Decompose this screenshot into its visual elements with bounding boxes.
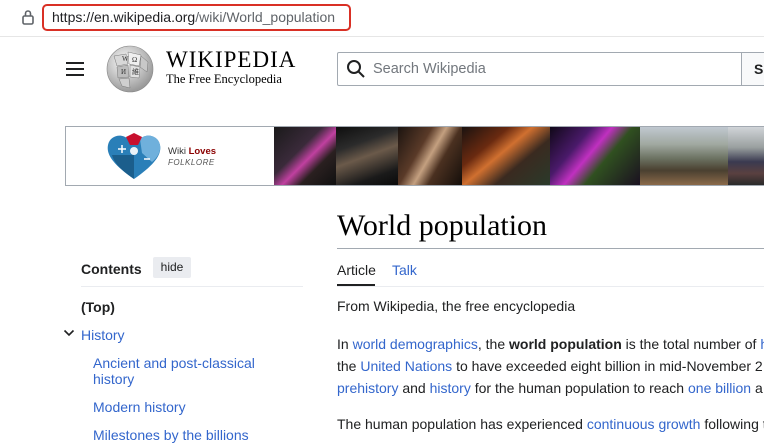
toc-item-ancient[interactable]: Ancient and post-classical history (93, 355, 283, 387)
url-host: https://en.wikipedia.org (52, 9, 196, 25)
banner-photo-5 (550, 127, 640, 185)
svg-text:維: 維 (132, 67, 139, 76)
toc-title: Contents (81, 261, 142, 277)
tabs-divider (337, 286, 764, 287)
lead-paragraph-line-2: the United Nations to have exceeded eigh… (337, 355, 763, 377)
wikipedia-globe-logo[interactable]: W Ω И 維 (104, 44, 156, 94)
link-human[interactable]: h (760, 336, 764, 352)
link-world-demographics[interactable]: world demographics (353, 336, 478, 352)
link-prehistory[interactable]: prehistory (337, 380, 398, 396)
lead-paragraph-line-3: prehistory and history for the human pop… (337, 377, 763, 399)
page-title: World population (337, 209, 548, 242)
wiki-loves-folklore-banner[interactable]: Wiki Loves FOLKLORE (65, 126, 764, 186)
toc-item-modern[interactable]: Modern history (93, 399, 186, 415)
link-one-billion[interactable]: one billion (688, 380, 751, 396)
chevron-down-icon[interactable] (63, 327, 75, 339)
tab-talk[interactable]: Talk (392, 262, 417, 278)
title-divider (337, 248, 764, 249)
banner-photo-1 (274, 127, 336, 185)
svg-text:Ω: Ω (132, 56, 137, 64)
banner-photo-2 (336, 127, 398, 185)
url-text[interactable]: https://en.wikipedia.org/wiki/World_popu… (52, 9, 335, 25)
url-path: /wiki/World_population (195, 9, 336, 25)
text: following t (700, 416, 764, 432)
link-continuous-growth[interactable]: continuous growth (587, 416, 701, 432)
toc-item-history[interactable]: History (81, 327, 125, 343)
banner-photo-4 (462, 127, 550, 185)
text: The human population has experienced (337, 416, 587, 432)
loves-word: Loves (188, 146, 217, 157)
text: to have exceeded eight billion in mid-No… (452, 358, 763, 374)
folklore-heart-logo (107, 133, 161, 179)
main-menu-icon[interactable] (66, 62, 84, 76)
link-united-nations[interactable]: United Nations (360, 358, 452, 374)
text: and (398, 380, 430, 396)
search-placeholder: Search Wikipedia (373, 61, 486, 77)
banner-photo-7 (728, 127, 764, 185)
toc-divider (81, 286, 303, 287)
search-icon (347, 60, 365, 78)
banner-photo-3 (398, 127, 462, 185)
toc-top-link[interactable]: (Top) (81, 299, 115, 315)
folklore-word: FOLKLORE (168, 158, 215, 167)
from-wikipedia-tagline: From Wikipedia, the free encyclopedia (337, 298, 576, 314)
second-paragraph-line-1: The human population has experienced con… (337, 413, 764, 435)
svg-text:И: И (121, 68, 126, 76)
text: the (337, 358, 361, 374)
svg-text:W: W (122, 55, 129, 63)
toc-item-milestones[interactable]: Milestones by the billions (93, 427, 249, 443)
text: is the total number of (621, 336, 761, 352)
wiki-loves-text: Wiki Loves FOLKLORE (168, 146, 216, 168)
text: a (751, 380, 763, 396)
wiki-word: Wiki (168, 146, 189, 157)
search-button[interactable]: S (741, 52, 764, 86)
lock-icon[interactable] (21, 9, 35, 25)
text: for the human population to reach (470, 380, 688, 396)
wikipedia-wordmark[interactable]: WIKIPEDIA (166, 47, 296, 73)
bold-term: world population (509, 336, 622, 352)
text: , the (477, 336, 510, 352)
text: In (337, 336, 353, 352)
lead-paragraph-line-1: In world demographics, the world populat… (337, 333, 764, 355)
banner-photo-strip (274, 127, 764, 185)
wikipedia-tagline: The Free Encyclopedia (166, 72, 282, 86)
banner-photo-6 (640, 127, 728, 185)
tab-article[interactable]: Article (337, 262, 376, 278)
link-history[interactable]: history (430, 380, 471, 396)
toc-hide-button[interactable]: hide (153, 257, 191, 278)
